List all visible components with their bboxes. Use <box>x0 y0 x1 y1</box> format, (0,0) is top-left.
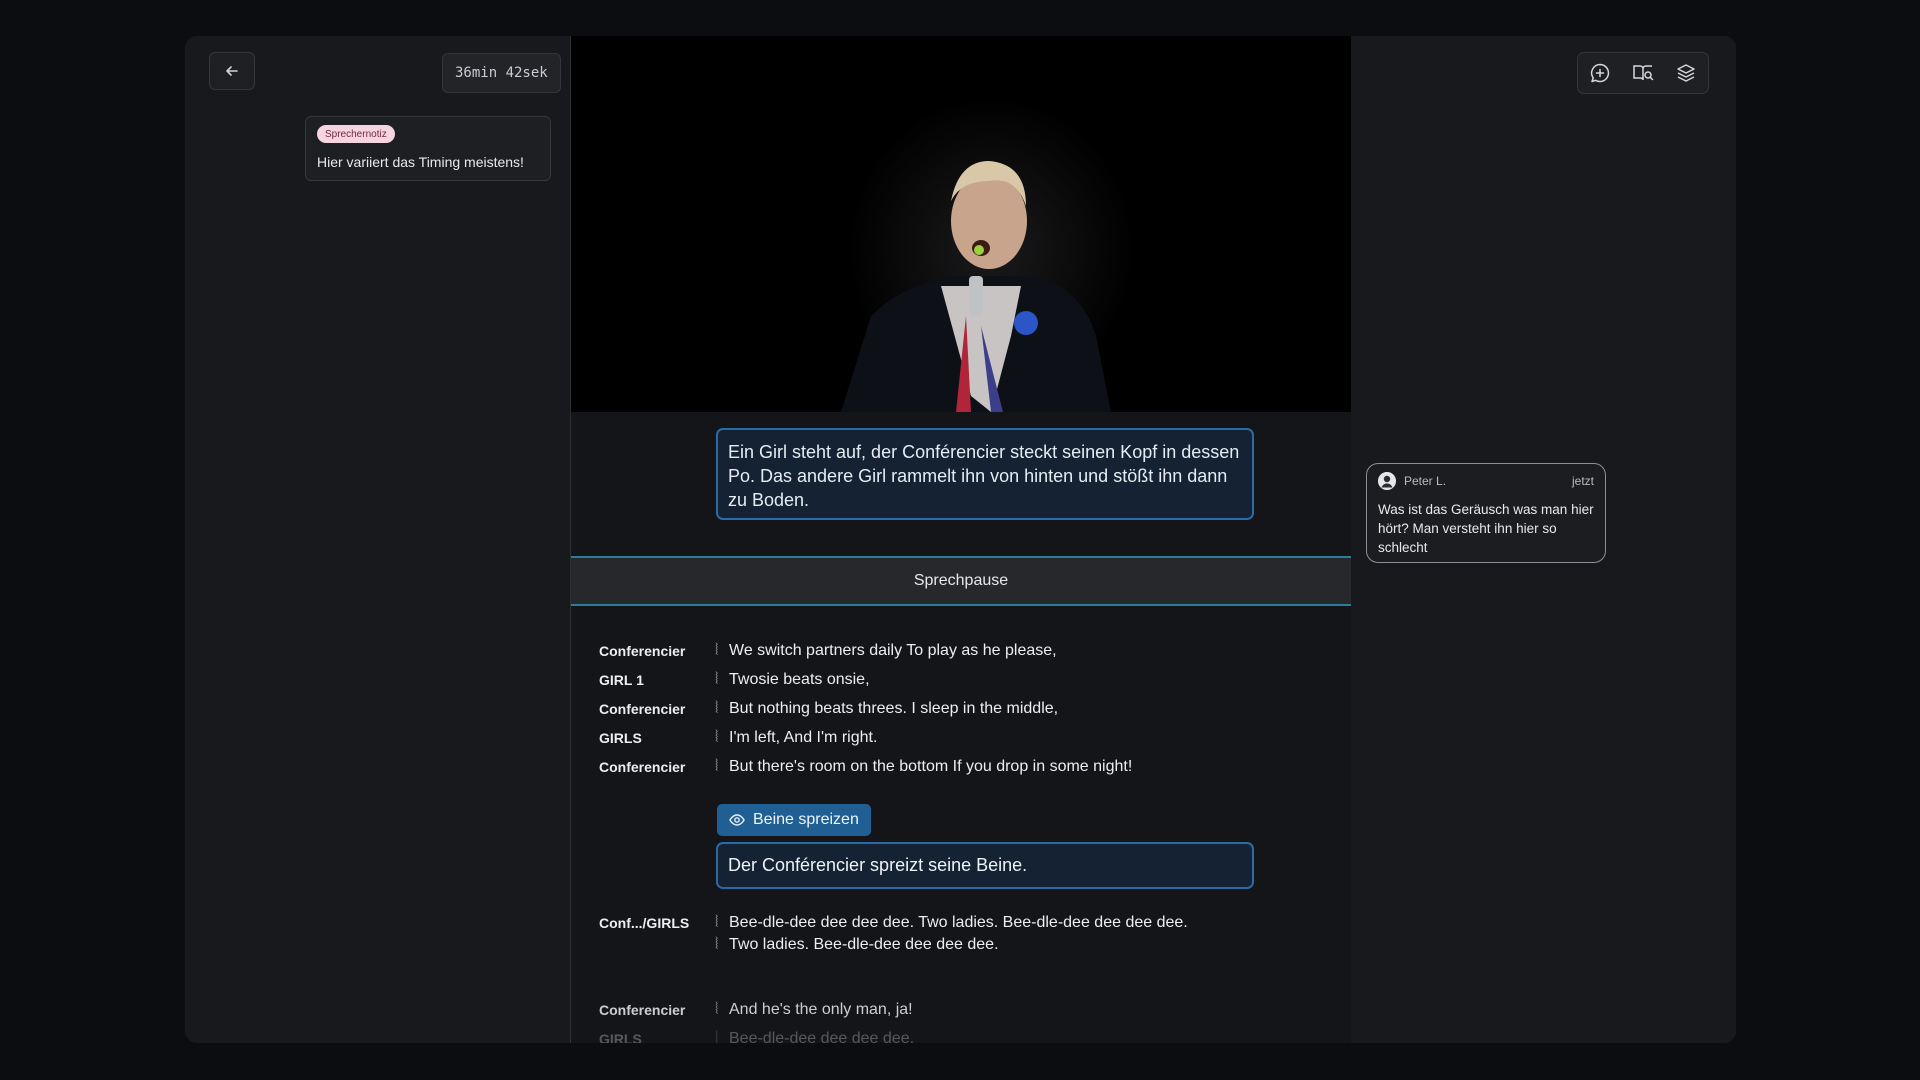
script-line[interactable]: Conferencier ⦚ But nothing beats threes.… <box>599 698 1058 720</box>
line-text: But nothing beats threes. I sleep in the… <box>729 700 1059 717</box>
action-tag-label: Beine spreizen <box>753 811 859 828</box>
comment-card[interactable]: Peter L. jetzt Was ist das Geräusch was … <box>1366 463 1606 563</box>
speaker-name: GIRLS <box>599 1031 642 1043</box>
script-line[interactable]: Conferencier ⦚ But there's room on the b… <box>599 756 1132 778</box>
eye-icon <box>729 814 745 826</box>
audio-wave-icon: ⦚ <box>715 729 719 746</box>
video-frame <box>571 36 1351 412</box>
line-text: But there's room on the bottom If you dr… <box>729 758 1133 775</box>
script-column: Ein Girl steht auf, der Conférencier ste… <box>570 36 1352 1043</box>
script-line[interactable]: GIRLS ⦚ I'm left, And I'm right. <box>599 727 877 749</box>
audio-wave-icon: ⦚ <box>715 1001 719 1018</box>
audio-wave-icon: ⦚ ⦚ <box>715 914 719 953</box>
back-button[interactable] <box>209 52 255 90</box>
audio-wave-icon: ⦚ <box>715 642 719 659</box>
script-line[interactable]: GIRL 1 ⦚ Twosie beats onsie, <box>599 669 870 691</box>
comment-author: Peter L. <box>1404 474 1447 488</box>
speaker-note-tag: Sprechernotiz <box>317 125 395 143</box>
speaker-note-text: Hier variiert das Timing meistens! <box>317 154 524 170</box>
comment-header: Peter L. jetzt <box>1378 472 1594 490</box>
speaker-name: Conferencier <box>599 643 686 659</box>
speaker-name: Conferencier <box>599 759 686 775</box>
speaker-note-card[interactable]: Sprechernotiz Hier variiert das Timing m… <box>305 116 551 181</box>
line-text: Twosie beats onsie, <box>729 671 870 688</box>
chat-plus-icon <box>1590 63 1609 83</box>
speaker-name: Conferencier <box>599 701 686 717</box>
avatar <box>1378 472 1396 490</box>
line-text: And he's the only man, ja! <box>729 1001 913 1018</box>
narration-box[interactable]: Ein Girl steht auf, der Conférencier ste… <box>716 428 1254 520</box>
book-search-icon <box>1633 65 1654 81</box>
script-line[interactable]: GIRLS ⦚ Bee-dle-dee dee dee dee. <box>599 1028 914 1043</box>
comment-time: jetzt <box>1571 474 1594 488</box>
add-comment-button[interactable] <box>1586 59 1614 87</box>
user-icon <box>1378 472 1396 490</box>
audio-wave-icon: ⦚ <box>715 700 719 717</box>
script-line[interactable]: Conf.../GIRLS ⦚ ⦚ Bee-dle-dee dee dee dee… <box>599 912 1189 956</box>
app-window: 36min 42sek Sprechernotiz Hier variiert … <box>185 36 1736 1043</box>
duration-display: 36min 42sek <box>442 53 561 93</box>
script-line[interactable]: Conferencier ⦚ We switch partners daily … <box>599 640 1057 662</box>
audio-wave-icon: ⦚ <box>715 1030 719 1043</box>
speech-pause-bar[interactable]: Sprechpause <box>571 556 1351 606</box>
comment-text: Was ist das Geräusch was man hier hört? … <box>1378 502 1594 555</box>
line-text: I'm left, And I'm right. <box>729 729 878 746</box>
line-text: Bee-dle-dee dee dee dee. Two ladies. Bee… <box>729 914 1188 953</box>
video-player[interactable] <box>571 36 1351 412</box>
action-description-box[interactable]: Der Conférencier spreizt seine Beine. <box>716 842 1254 889</box>
audio-wave-icon: ⦚ <box>715 758 719 775</box>
line-text: Bee-dle-dee dee dee dee. <box>729 1030 915 1043</box>
speaker-name: Conf.../GIRLS <box>599 915 690 931</box>
toolbar <box>1577 52 1709 94</box>
glossary-search-button[interactable] <box>1629 59 1657 87</box>
audio-wave-icon: ⦚ <box>715 671 719 688</box>
speaker-name: GIRL 1 <box>599 672 644 688</box>
layers-button[interactable] <box>1672 59 1700 87</box>
script-line[interactable]: Conferencier ⦚ And he's the only man, ja… <box>599 999 913 1021</box>
left-panel: 36min 42sek Sprechernotiz Hier variiert … <box>185 36 570 1043</box>
line-text: We switch partners daily To play as he p… <box>729 642 1057 659</box>
arrow-left-icon <box>226 66 238 76</box>
right-panel: Peter L. jetzt Was ist das Geräusch was … <box>1351 36 1736 1043</box>
layers-icon <box>1677 64 1696 82</box>
action-tag-button[interactable]: Beine spreizen <box>717 804 871 836</box>
speaker-name: GIRLS <box>599 730 642 746</box>
speaker-name: Conferencier <box>599 1002 686 1018</box>
